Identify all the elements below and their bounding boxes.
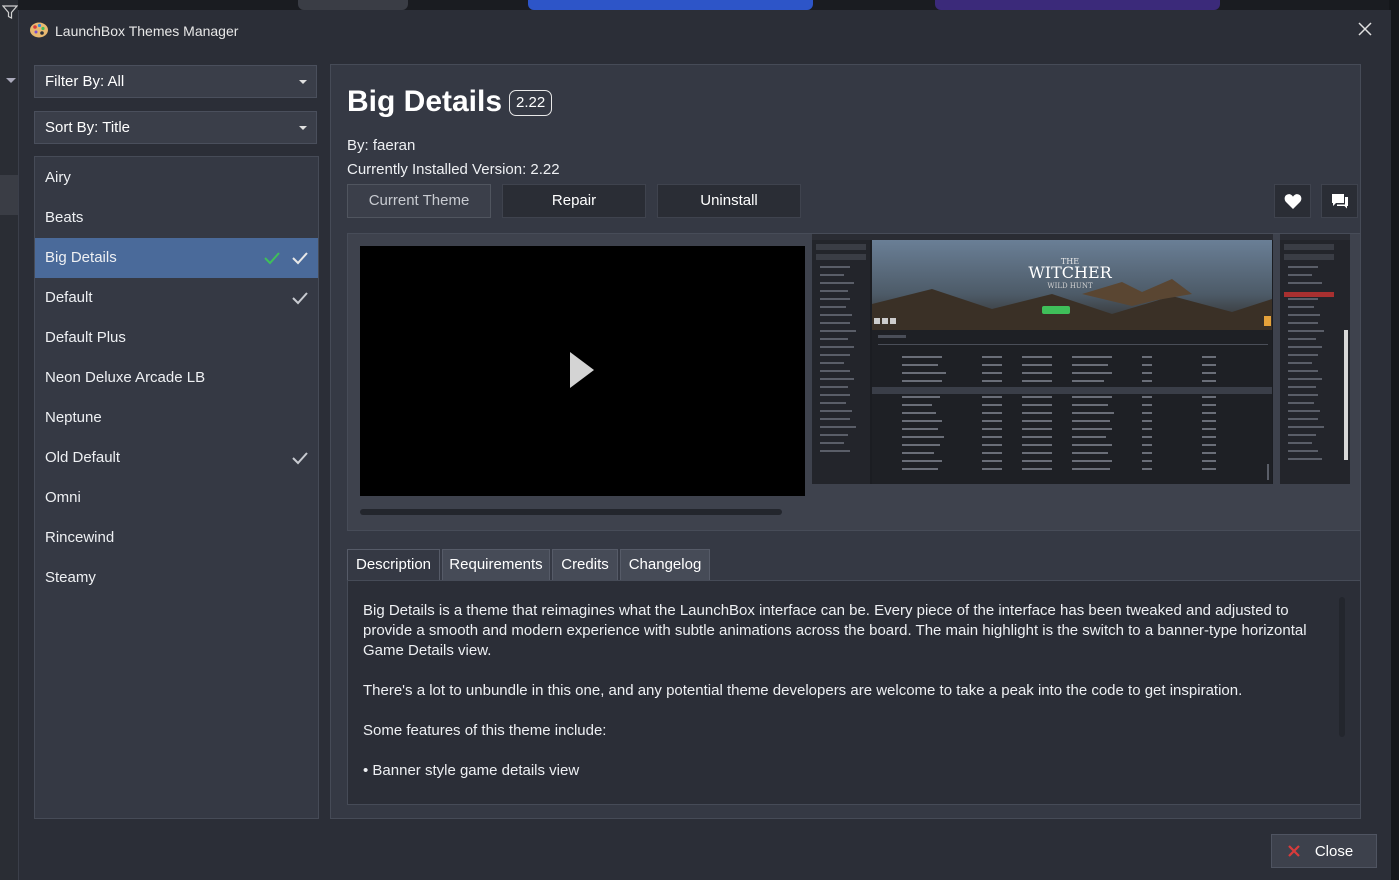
theme-screenshot[interactable] — [1280, 234, 1350, 484]
theme-author: By: faeran — [347, 137, 416, 154]
description-paragraph: Some features of this theme include: — [363, 722, 607, 739]
themes-manager-window: LaunchBox Themes Manager Filter By: All … — [18, 10, 1391, 880]
favorite-button[interactable] — [1274, 184, 1311, 218]
close-button-label: Close — [1314, 843, 1354, 860]
heart-icon — [1284, 194, 1302, 209]
description-text: Big Details is a theme that reimagines w… — [363, 601, 1318, 801]
theme-list-item[interactable]: Steamy — [35, 558, 318, 598]
theme-list-item[interactable]: Rincewind — [35, 518, 318, 558]
theme-list: Airy Beats Big Details Default Default P… — [34, 156, 319, 819]
installed-check-icon — [292, 452, 308, 465]
media-scrollbar[interactable] — [360, 509, 782, 515]
background-tile — [298, 0, 408, 10]
filter-by-label: Filter By: All — [45, 73, 125, 90]
screenshot-text: WITCHER — [1028, 263, 1112, 282]
theme-list-item[interactable]: Airy — [35, 158, 318, 198]
theme-list-item[interactable]: Beats — [35, 198, 318, 238]
description-paragraph: • Banner style game details view — [363, 762, 580, 779]
active-check-icon — [264, 252, 280, 265]
theme-screenshot[interactable]: THE WITCHER WILD HUNT — [812, 234, 1273, 484]
title-bar: LaunchBox Themes Manager — [19, 10, 1391, 52]
chevron-down-icon[interactable] — [6, 78, 16, 83]
background-tile — [935, 0, 1220, 10]
comments-button[interactable] — [1321, 184, 1358, 218]
tab-requirements[interactable]: Requirements — [442, 549, 550, 581]
description-paragraph: There's a lot to unbundle in this one, a… — [363, 682, 1243, 699]
comment-icon — [1332, 194, 1348, 209]
theme-list-item-selected[interactable]: Big Details — [35, 238, 318, 278]
theme-list-item[interactable]: Default Plus — [35, 318, 318, 358]
video-player[interactable] — [360, 246, 805, 496]
background-tile — [528, 0, 813, 10]
description-scrollbar[interactable] — [1339, 597, 1345, 737]
sort-by-dropdown[interactable]: Sort By: Title — [34, 111, 317, 144]
app-palette-icon — [30, 22, 48, 38]
media-gallery: THE WITCHER WILD HUNT — [347, 233, 1361, 531]
installed-check-icon — [292, 292, 308, 305]
theme-detail-panel: Big Details 2.22 By: faeran Currently In… — [330, 64, 1361, 819]
chevron-down-icon — [299, 126, 307, 130]
theme-list-item[interactable]: Old Default — [35, 438, 318, 478]
window-title: LaunchBox Themes Manager — [55, 23, 239, 39]
theme-title: Big Details — [347, 85, 503, 118]
current-theme-button[interactable]: Current Theme — [347, 184, 491, 218]
theme-list-item[interactable]: Default — [35, 278, 318, 318]
close-button[interactable]: Close — [1271, 834, 1377, 868]
installed-version: Currently Installed Version: 2.22 — [347, 161, 560, 178]
background-sidebar — [0, 0, 18, 880]
theme-list-item[interactable]: Neptune — [35, 398, 318, 438]
tab-changelog[interactable]: Changelog — [620, 549, 710, 581]
installed-check-icon — [292, 252, 308, 265]
tab-description[interactable]: Description — [347, 549, 440, 583]
close-icon[interactable] — [1357, 21, 1373, 37]
tab-credits[interactable]: Credits — [552, 549, 618, 581]
background-block — [0, 175, 18, 215]
background-app-strip — [18, 0, 1399, 10]
repair-button[interactable]: Repair — [502, 184, 646, 218]
version-badge: 2.22 — [509, 90, 553, 116]
sort-by-label: Sort By: Title — [45, 119, 131, 136]
theme-list-item[interactable]: Omni — [35, 478, 318, 518]
uninstall-button[interactable]: Uninstall — [657, 184, 801, 218]
description-paragraph: Big Details is a theme that reimagines w… — [363, 602, 1307, 659]
screenshot-text: WILD HUNT — [1047, 282, 1093, 290]
filter-by-dropdown[interactable]: Filter By: All — [34, 65, 317, 98]
play-icon[interactable] — [570, 352, 594, 388]
chevron-down-icon — [299, 80, 307, 84]
theme-list-item[interactable]: Neon Deluxe Arcade LB — [35, 358, 318, 398]
filter-icon[interactable] — [2, 4, 18, 20]
description-panel: Big Details is a theme that reimagines w… — [347, 580, 1361, 805]
close-icon — [1288, 845, 1300, 857]
